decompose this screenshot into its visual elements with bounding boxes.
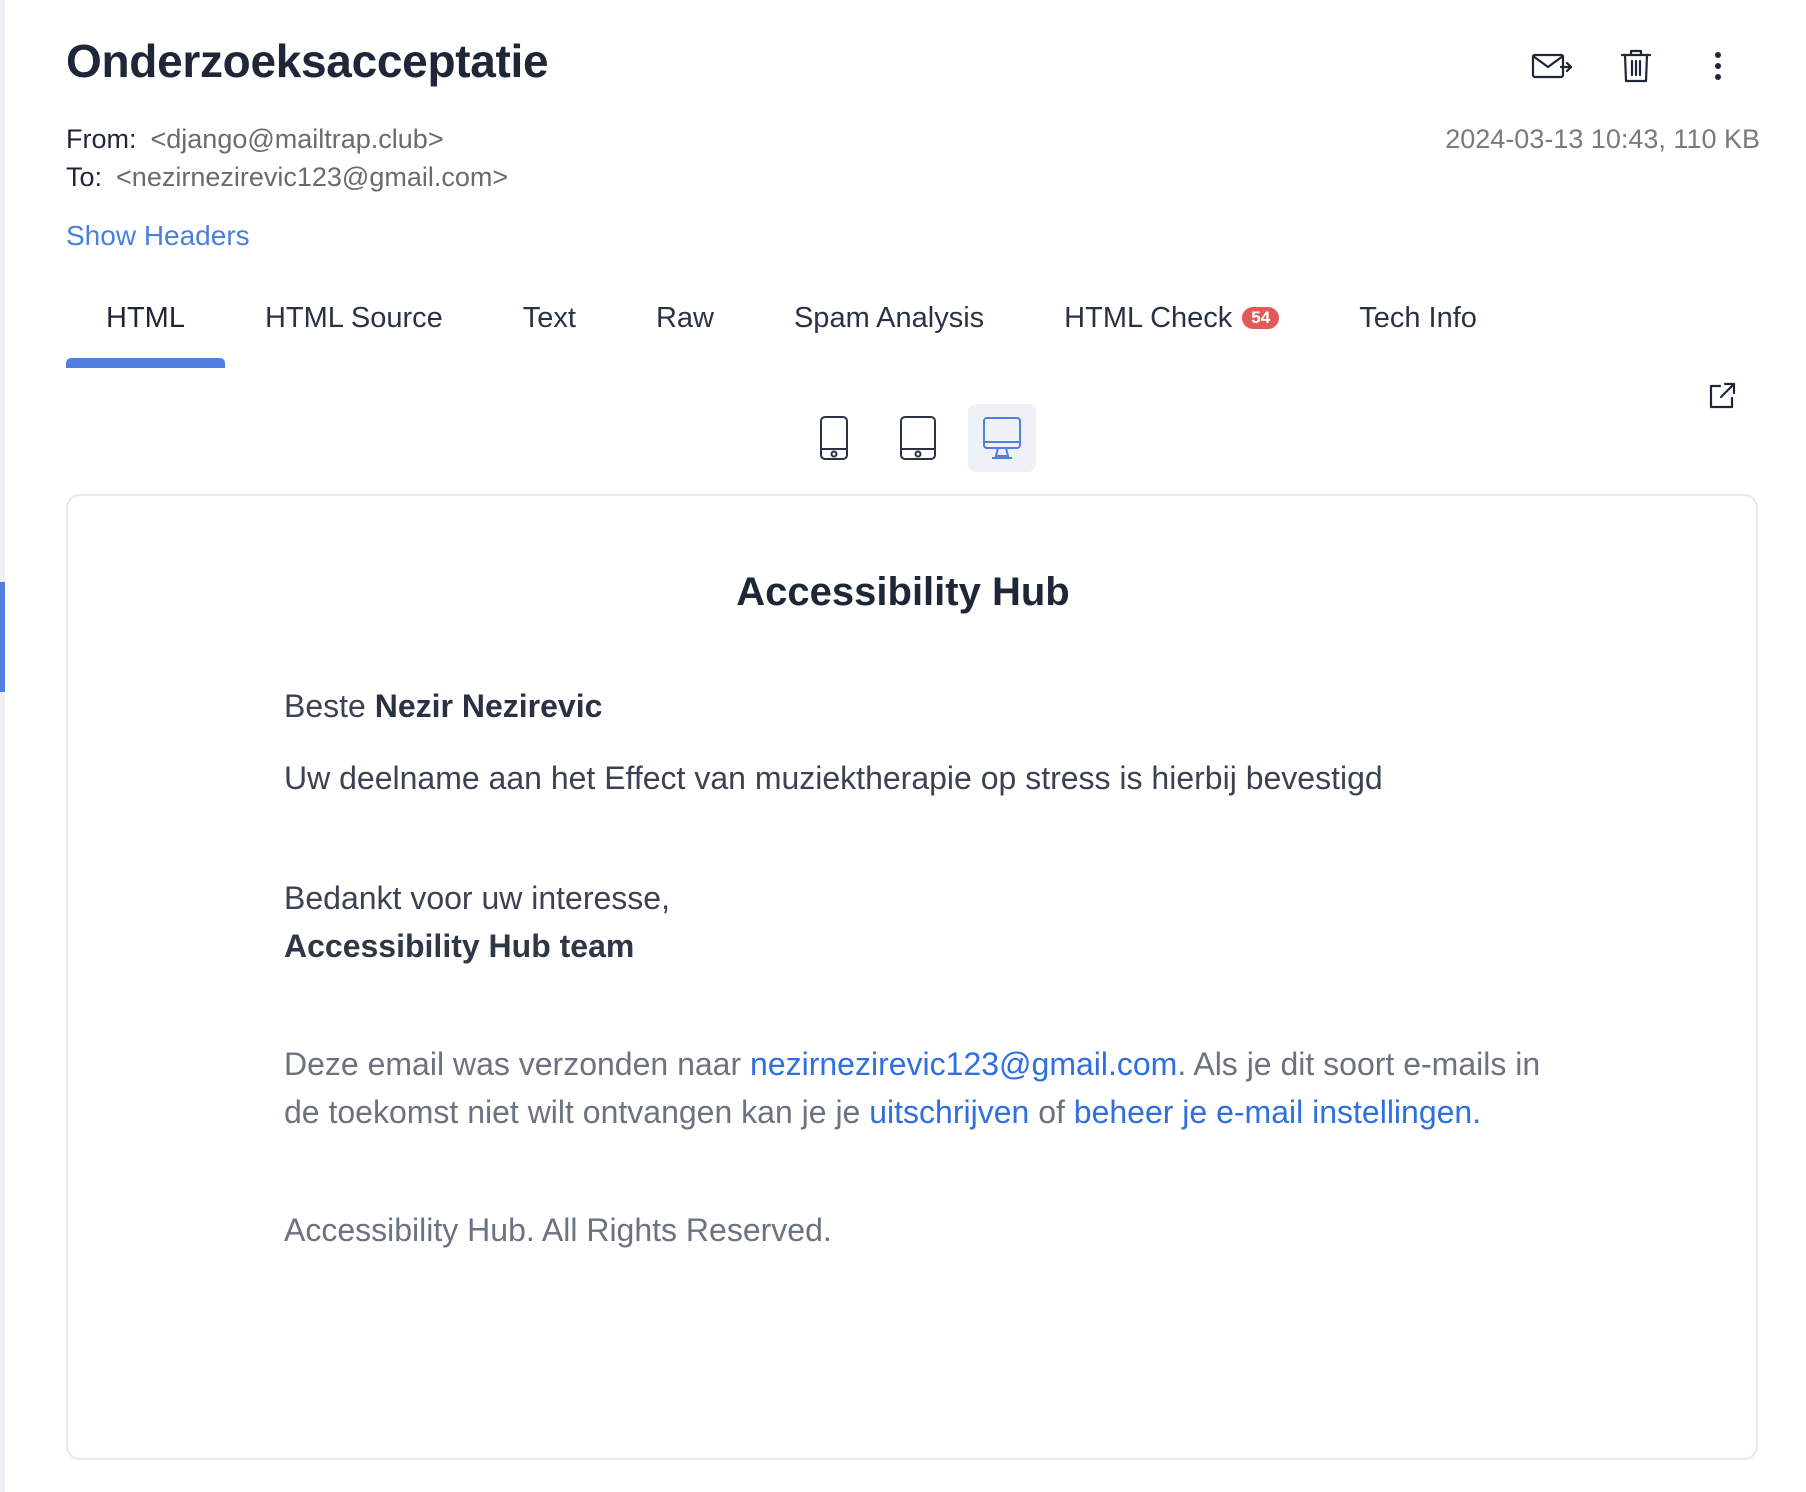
external-link-icon[interactable] [1704, 378, 1740, 414]
from-label: From: [66, 124, 137, 154]
email-footer: Deze email was verzonden naar nezirnezir… [284, 1040, 1564, 1136]
tab-label: Text [522, 302, 576, 334]
message-subject: Onderzoeksacceptatie [66, 35, 549, 87]
to-label: To: [66, 162, 103, 192]
tab-spam-analysis[interactable]: Spam Analysis [754, 290, 1024, 368]
tab-label: Spam Analysis [793, 302, 985, 334]
email-thanks: Bedankt voor uw interesse, [284, 880, 670, 916]
tab-text[interactable]: Text [483, 290, 616, 368]
message-date-size: 2024-03-13 10:43, 110 KB [1445, 124, 1760, 154]
tablet-icon[interactable] [884, 404, 952, 472]
show-headers-link[interactable]: Show Headers [66, 220, 250, 252]
trash-icon[interactable] [1614, 44, 1658, 88]
tab-html-source[interactable]: HTML Source [225, 290, 483, 368]
forward-mail-icon[interactable] [1530, 44, 1574, 88]
recipient-name: Nezir Nezirevic [374, 688, 603, 724]
tab-label: Tech Info [1359, 302, 1477, 334]
tab-bar: HTML HTML Source Text Raw Spam Analysis … [66, 290, 1517, 368]
to-address: <nezirnezirevic123@gmail.com> [116, 162, 509, 192]
greeting-prefix: Beste [284, 688, 375, 724]
tab-label: HTML Check [1064, 302, 1233, 334]
mobile-icon[interactable] [800, 404, 868, 472]
tab-html-check[interactable]: HTML Check 54 [1024, 290, 1319, 368]
footer-text: . [1472, 1094, 1482, 1130]
email-greeting: Beste Nezir Nezirevic [284, 688, 1564, 725]
email-confirmation: Uw deelname aan het Effect van muziekthe… [284, 760, 1383, 796]
email-copyright: Accessibility Hub. All Rights Reserved. [284, 1212, 832, 1248]
footer-text: of [1029, 1094, 1074, 1130]
recipient-email-link[interactable]: nezirnezirevic123@gmail.com [750, 1046, 1177, 1082]
more-vertical-icon[interactable] [1696, 44, 1740, 88]
footer-text: Deze email was verzonden naar [284, 1046, 751, 1082]
email-signature: Accessibility Hub team [284, 928, 635, 964]
tab-html[interactable]: HTML [66, 290, 225, 368]
html-check-count-badge: 54 [1242, 307, 1280, 329]
from-row: From: <django@mailtrap.club> [66, 124, 444, 155]
tab-raw[interactable]: Raw [616, 290, 754, 368]
tab-label: Raw [655, 302, 714, 334]
unsubscribe-link[interactable]: uitschrijven [869, 1094, 1029, 1130]
desktop-icon[interactable] [968, 404, 1036, 472]
tab-label: HTML [106, 302, 185, 334]
message-view: Onderzoeksacceptatie From: <django@mailtr… [0, 0, 1806, 1492]
to-row: To: <nezirnezirevic123@gmail.com> [66, 162, 508, 193]
email-preview-frame [66, 494, 1758, 1460]
from-address: <django@mailtrap.club> [150, 124, 444, 154]
tab-tech-info[interactable]: Tech Info [1319, 290, 1517, 368]
device-switcher [800, 404, 1036, 472]
email-settings-link[interactable]: beheer je e-mail instellingen [1074, 1094, 1472, 1130]
email-title: Accessibility Hub [736, 570, 1070, 614]
tab-label: HTML Source [264, 302, 443, 334]
